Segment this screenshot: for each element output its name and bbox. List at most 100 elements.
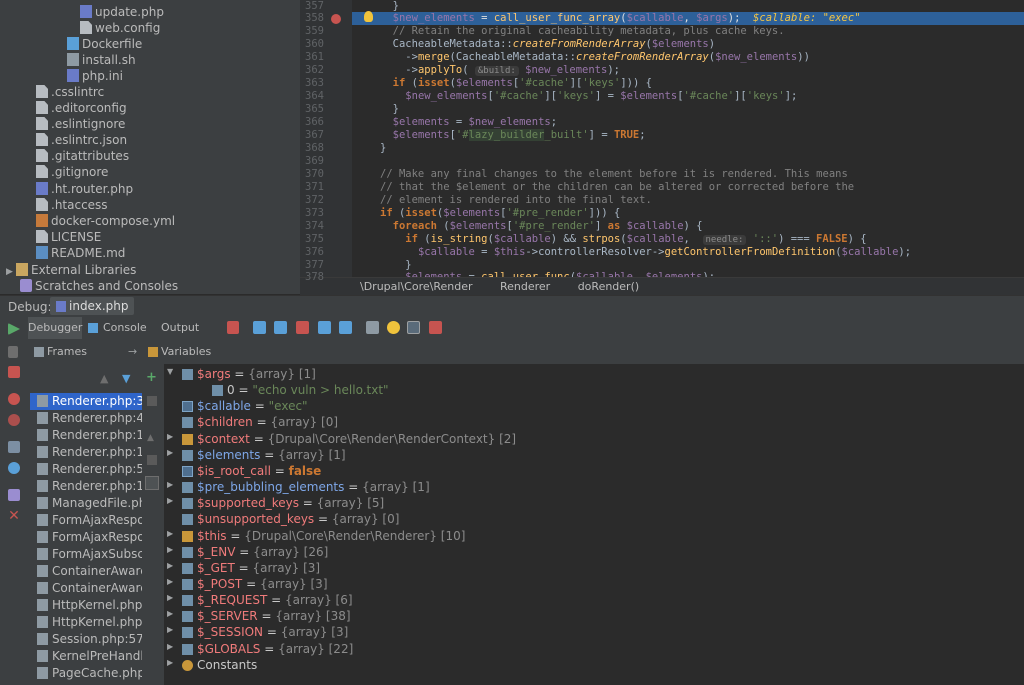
tree-item[interactable]: .gitattributes xyxy=(36,148,129,164)
expand-caret-icon[interactable]: ▶ xyxy=(167,658,177,667)
variable-row[interactable]: $GLOBALS = {array} [22] xyxy=(197,641,353,657)
frame-row[interactable]: ContainerAwareE xyxy=(30,580,142,597)
code-line-368[interactable]: } xyxy=(380,142,386,155)
tree-item[interactable]: web.config xyxy=(80,20,160,36)
variable-row[interactable]: $_POST = {array} [3] xyxy=(197,576,328,592)
variable-row[interactable]: $callable = "exec" xyxy=(197,398,308,414)
show-execution-point-icon[interactable] xyxy=(227,321,239,334)
expand-caret-icon[interactable]: ▶ xyxy=(167,545,177,554)
frame-row[interactable]: Renderer.php:582 xyxy=(30,461,142,478)
move-up-icon[interactable]: ▲ xyxy=(147,433,154,443)
frame-row[interactable]: Renderer.php:195 xyxy=(30,427,142,444)
frame-up-icon[interactable]: ▲ xyxy=(100,372,108,385)
frame-down-icon[interactable]: ▼ xyxy=(122,372,130,385)
code-line-362[interactable]: ->applyTo( &build: $new_elements); xyxy=(380,64,620,77)
add-watch-icon[interactable]: + xyxy=(146,370,157,385)
tree-item[interactable]: Dockerfile xyxy=(67,36,142,52)
evaluate-expression-icon[interactable] xyxy=(366,321,379,334)
frame-row[interactable]: FormAjaxRespons xyxy=(30,529,142,546)
pin-icon[interactable] xyxy=(8,489,20,501)
mute-breakpoints-icon[interactable] xyxy=(8,414,20,426)
code-line-363[interactable]: if (isset($elements['#cache']['keys'])) … xyxy=(380,77,652,90)
frame-row[interactable]: Renderer.php:140 xyxy=(30,478,142,495)
frame-row[interactable]: FormAjaxSubscrib xyxy=(30,546,142,563)
tree-item[interactable]: .eslintignore xyxy=(36,116,125,132)
view-breakpoints-icon[interactable] xyxy=(8,393,20,405)
tree-item[interactable]: php.ini xyxy=(67,68,123,84)
collapse-caret-icon[interactable]: ▼ xyxy=(167,367,177,376)
close-icon[interactable]: ✕ xyxy=(8,509,20,523)
tree-item[interactable]: .csslintrc xyxy=(36,84,104,100)
tree-item[interactable]: README.md xyxy=(36,245,125,261)
variable-row[interactable]: 0 = "echo vuln > hello.txt" xyxy=(227,382,389,398)
breadcrumb-class[interactable]: Renderer xyxy=(500,280,550,293)
expand-caret-icon[interactable]: ▶ xyxy=(167,432,177,441)
lightbulb-icon[interactable] xyxy=(364,11,373,22)
tab-debugger[interactable]: Debugger xyxy=(28,317,82,339)
tab-console[interactable]: Console xyxy=(103,317,147,339)
pause-icon[interactable] xyxy=(8,346,18,358)
expand-caret-icon[interactable]: ▶ xyxy=(167,480,177,489)
expand-caret-icon[interactable]: ▶ xyxy=(167,577,177,586)
variable-row[interactable]: $children = {array} [0] xyxy=(197,414,338,430)
variable-row[interactable]: $this = {Drupal\Core\Render\Renderer} [1… xyxy=(197,528,465,544)
expand-caret-icon[interactable]: ▶ xyxy=(167,642,177,651)
copy-icon[interactable] xyxy=(147,455,157,465)
expand-caret-icon[interactable]: ▶ xyxy=(167,496,177,505)
tree-item[interactable]: .eslintrc.json xyxy=(36,132,127,148)
code-line-361[interactable]: ->merge(CacheableMetadata::createFromRen… xyxy=(380,51,810,64)
frame-row[interactable]: PageCache.php:9 xyxy=(30,665,142,682)
code-line-359[interactable]: // Retain the original cacheability meta… xyxy=(380,25,785,38)
code-line-366[interactable]: $elements = $new_elements; xyxy=(380,116,557,129)
code-line-370[interactable]: // Make any final changes to the element… xyxy=(380,168,848,181)
variable-row[interactable]: $_SERVER = {array} [38] xyxy=(197,608,351,624)
tab-output[interactable]: Output xyxy=(161,317,199,339)
run-to-cursor-icon[interactable] xyxy=(339,321,352,334)
tree-item[interactable]: .gitignore xyxy=(36,164,108,180)
watch-icon[interactable] xyxy=(387,321,400,334)
frame-row[interactable]: KernelPreHandle. xyxy=(30,648,142,665)
variable-row[interactable]: $supported_keys = {array} [5] xyxy=(197,495,384,511)
expand-caret-icon[interactable]: ▶ xyxy=(167,561,177,570)
breadcrumb-method[interactable]: doRender() xyxy=(578,280,639,293)
variable-row[interactable]: $_GET = {array} [3] xyxy=(197,560,320,576)
layout-icon[interactable] xyxy=(8,441,20,453)
debug-session-tab[interactable]: index.php xyxy=(50,297,135,315)
tree-item[interactable]: docker-compose.yml xyxy=(36,213,175,229)
list-toggle-icon[interactable] xyxy=(407,321,420,334)
variable-row[interactable]: $_REQUEST = {array} [6] xyxy=(197,592,353,608)
frame-row[interactable]: HttpKernel.php:7 xyxy=(30,614,142,631)
frames-menu-icon[interactable]: → xyxy=(128,339,137,364)
breadcrumb-namespace[interactable]: \Drupal\Core\Render xyxy=(360,280,472,293)
step-into-icon[interactable] xyxy=(274,321,287,334)
tree-item[interactable]: Scratches and Consoles xyxy=(20,278,178,294)
force-step-into-icon[interactable] xyxy=(296,321,309,334)
settings-gear-icon[interactable] xyxy=(8,462,20,474)
frame-row[interactable]: ContainerAwareE xyxy=(30,563,142,580)
frame-row[interactable]: FormAjaxRespons xyxy=(30,512,142,529)
variable-row[interactable]: Constants xyxy=(197,657,257,673)
expand-caret-icon[interactable]: ▶ xyxy=(167,448,177,457)
variable-row[interactable]: $context = {Drupal\Core\Render\RenderCon… xyxy=(197,431,516,447)
variable-row[interactable]: $args = {array} [1] xyxy=(197,366,316,382)
variable-row[interactable]: $is_root_call = false xyxy=(197,463,321,479)
frame-row[interactable]: Renderer.php:456 xyxy=(30,410,142,427)
code-line-367[interactable]: $elements['#lazy_builder_built'] = TRUE; xyxy=(380,129,646,142)
frame-row[interactable]: Session.php:57, i xyxy=(30,631,142,648)
expand-caret-icon[interactable]: ▶ xyxy=(6,264,16,280)
expand-caret-icon[interactable]: ▶ xyxy=(167,625,177,634)
tree-item[interactable]: .htaccess xyxy=(36,197,108,213)
breakpoint-icon[interactable] xyxy=(331,14,341,24)
code-line-373[interactable]: if (isset($elements['#pre_render'])) { xyxy=(380,207,620,220)
frame-row[interactable]: HttpKernel.php:2 xyxy=(30,597,142,614)
code-line-376[interactable]: $callable = $this->controllerResolver->g… xyxy=(380,246,911,259)
variable-row[interactable]: $unsupported_keys = {array} [0] xyxy=(197,511,399,527)
stop-icon[interactable] xyxy=(8,366,20,378)
code-line-364[interactable]: $new_elements['#cache']['keys'] = $eleme… xyxy=(380,90,797,103)
variable-row[interactable]: $pre_bubbling_elements = {array} [1] xyxy=(197,479,430,495)
code-line-374[interactable]: foreach ($elements['#pre_render'] as $ca… xyxy=(380,220,703,233)
tree-item[interactable]: install.sh xyxy=(67,52,136,68)
code-line-372[interactable]: // element is rendered into the final te… xyxy=(380,194,652,207)
code-line-375[interactable]: if (is_string($callable) && strpos($call… xyxy=(380,233,867,246)
frame-row[interactable]: ManagedFile.php xyxy=(30,495,142,512)
